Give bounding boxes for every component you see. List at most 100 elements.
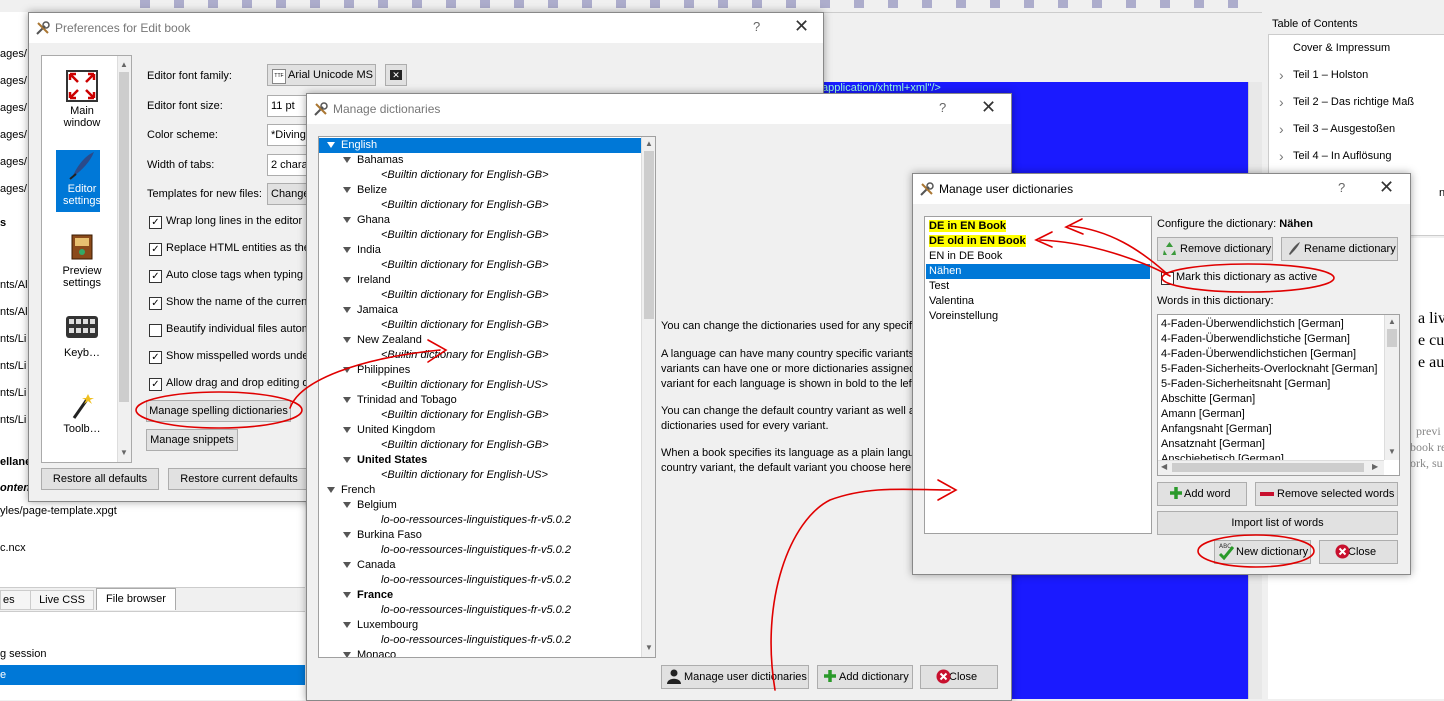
tab-es[interactable]: es <box>0 590 32 610</box>
tab-file-browser[interactable]: File browser <box>96 588 176 610</box>
file-entry[interactable]: ages/ <box>0 183 27 195</box>
expand-arrow-icon[interactable] <box>343 622 351 629</box>
word-item[interactable]: 4-Faden-Überwendlichstichen [German] <box>1161 347 1356 362</box>
chevron-right-icon[interactable]: › <box>1279 116 1284 143</box>
option-checkbox[interactable]: ✓ <box>149 270 162 283</box>
expand-arrow-icon[interactable] <box>343 337 351 344</box>
expand-arrow-icon[interactable] <box>343 307 351 314</box>
option-checkbox[interactable]: ✓ <box>149 297 162 310</box>
dictionary-entry[interactable]: lo-oo-ressources-linguistiques-fr-v5.0.2 <box>319 573 655 588</box>
file-entry[interactable]: nts/Li <box>0 360 26 372</box>
file-entry[interactable]: s <box>0 217 6 229</box>
dictionary-entry[interactable]: <Builtin dictionary for English-GB> <box>319 228 655 243</box>
file-entry[interactable]: ellane <box>0 456 31 468</box>
country-node[interactable]: Bahamas <box>319 153 655 168</box>
tab-width-field[interactable]: 2 chara <box>267 154 311 176</box>
help-button[interactable]: ? <box>939 100 946 115</box>
file-entry[interactable]: ages/ <box>0 129 27 141</box>
restore-all-button[interactable]: Restore all defaults <box>41 468 159 490</box>
change-templates-button[interactable]: Change <box>267 183 311 205</box>
toc-item[interactable]: › Teil 1 – Holston <box>1269 62 1444 89</box>
country-node[interactable]: United States <box>319 453 655 468</box>
country-node[interactable]: Belize <box>319 183 655 198</box>
user-dictionary-item[interactable]: DE in EN Book <box>926 219 1150 234</box>
country-node[interactable]: United Kingdom <box>319 423 655 438</box>
word-item[interactable]: 5-Faden-Sicherheits-Overlocknaht [German… <box>1161 362 1377 377</box>
font-size-field[interactable]: 11 pt <box>267 95 311 117</box>
country-node[interactable]: Ireland <box>319 273 655 288</box>
country-node[interactable]: Trinidad and Tobago <box>319 393 655 408</box>
file-entry[interactable]: nts/Li <box>0 333 26 345</box>
word-item[interactable]: Anfangsnaht [German] <box>1161 422 1272 437</box>
word-item[interactable]: 5-Faden-Sicherheitsnaht [German] <box>1161 377 1330 392</box>
user-dictionary-item[interactable]: Nähen <box>926 264 1150 279</box>
word-item[interactable]: Amann [German] <box>1161 407 1245 422</box>
checkpoint-row[interactable]: g session <box>0 648 46 660</box>
color-scheme-select[interactable]: *Diving <box>267 124 311 146</box>
dictionary-entry[interactable]: <Builtin dictionary for English-GB> <box>319 168 655 183</box>
manage-snippets-button[interactable]: Manage snippets <box>146 429 238 451</box>
close-button[interactable]: Close <box>1319 540 1398 564</box>
manage-spelling-button[interactable]: Manage spelling dictionaries <box>146 400 291 422</box>
country-node[interactable]: France <box>319 588 655 603</box>
expand-arrow-icon[interactable] <box>343 652 351 657</box>
import-words-button[interactable]: Import list of words <box>1157 511 1398 535</box>
toc-item[interactable]: › Teil 2 – Das richtige Maß <box>1269 89 1444 116</box>
expand-arrow-icon[interactable] <box>343 397 351 404</box>
dictionary-entry[interactable]: <Builtin dictionary for English-GB> <box>319 348 655 363</box>
toc-item[interactable]: › Teil 4 – In Auflösung <box>1269 143 1444 170</box>
country-node[interactable]: Monaco <box>319 648 655 657</box>
file-entry[interactable]: c.ncx <box>0 542 26 554</box>
file-entry[interactable]: nts/Al <box>0 306 28 318</box>
file-entry[interactable]: onten <box>0 482 30 494</box>
toolbar-icons[interactable] <box>140 0 1260 8</box>
close-button[interactable]: Close <box>920 665 998 689</box>
expand-arrow-icon[interactable] <box>343 592 351 599</box>
user-dictionary-item[interactable]: Voreinstellung <box>926 309 1150 324</box>
country-node[interactable]: Belgium <box>319 498 655 513</box>
dictionary-entry[interactable]: lo-oo-ressources-linguistiques-fr-v5.0.2 <box>319 603 655 618</box>
toc-item[interactable]: › Teil 3 – Ausgestoßen <box>1269 116 1444 143</box>
dictionary-tree[interactable]: English Bahamas <Builtin dictionary for En… <box>318 136 656 658</box>
sidebar-main-window[interactable]: Main window <box>42 70 122 129</box>
file-entry[interactable]: yles/page-template.xpgt <box>0 505 117 517</box>
expand-arrow-icon[interactable] <box>343 277 351 284</box>
sidebar-keyboard[interactable]: Keyb… <box>42 316 122 359</box>
dictionary-entry[interactable]: lo-oo-ressources-linguistiques-fr-v5.0.2 <box>319 633 655 648</box>
user-dictionary-item[interactable]: DE old in EN Book <box>926 234 1150 249</box>
mark-active-checkbox[interactable] <box>1161 272 1174 285</box>
user-dictionary-list[interactable]: DE in EN Book DE old in EN Book EN in DE B… <box>924 216 1152 534</box>
word-item[interactable]: 4-Faden-Überwendlichstiche [German] <box>1161 332 1350 347</box>
expand-arrow-icon[interactable] <box>343 427 351 434</box>
option-checkbox[interactable]: ✓ <box>149 243 162 256</box>
dictionary-entry[interactable]: <Builtin dictionary for English-GB> <box>319 318 655 333</box>
user-dictionary-item[interactable]: Test <box>926 279 1150 294</box>
dictionary-entry[interactable]: lo-oo-ressources-linguistiques-fr-v5.0.2 <box>319 543 655 558</box>
dictionary-entry[interactable]: <Builtin dictionary for English-US> <box>319 468 655 483</box>
file-entry[interactable]: nts/Li <box>0 414 26 426</box>
country-node[interactable]: Burkina Faso <box>319 528 655 543</box>
words-scrollbar[interactable]: ▲ ▼ <box>1384 315 1399 460</box>
language-node[interactable]: English <box>319 138 649 153</box>
close-icon[interactable]: ✕ <box>794 16 809 37</box>
sidebar-preview-settings[interactable]: Preview settings <box>42 232 122 289</box>
file-entry[interactable]: ages/ <box>0 48 27 60</box>
option-checkbox[interactable]: ✓ <box>149 351 162 364</box>
help-button[interactable]: ? <box>753 19 760 34</box>
word-item[interactable]: Abschitte [German] <box>1161 392 1255 407</box>
dictionary-entry[interactable]: lo-oo-ressources-linguistiques-fr-v5.0.2 <box>319 513 655 528</box>
chevron-right-icon[interactable]: › <box>1279 89 1284 116</box>
sidebar-toolbars[interactable]: Toolb… <box>42 390 122 435</box>
chevron-right-icon[interactable]: › <box>1279 143 1284 170</box>
expand-arrow-icon[interactable] <box>343 502 351 509</box>
dictionary-entry[interactable]: <Builtin dictionary for English-GB> <box>319 408 655 423</box>
help-button[interactable]: ? <box>1338 180 1345 195</box>
expand-arrow-icon[interactable] <box>343 367 351 374</box>
restore-current-button[interactable]: Restore current defaults <box>168 468 310 490</box>
clear-font-button[interactable]: ✕ <box>385 64 407 86</box>
word-item[interactable]: 4-Faden-Überwendlichstich [German] <box>1161 317 1344 332</box>
expand-arrow-icon[interactable] <box>327 487 335 494</box>
dictionary-entry[interactable]: <Builtin dictionary for English-GB> <box>319 288 655 303</box>
country-node[interactable]: Ghana <box>319 213 655 228</box>
country-node[interactable]: New Zealand <box>319 333 655 348</box>
